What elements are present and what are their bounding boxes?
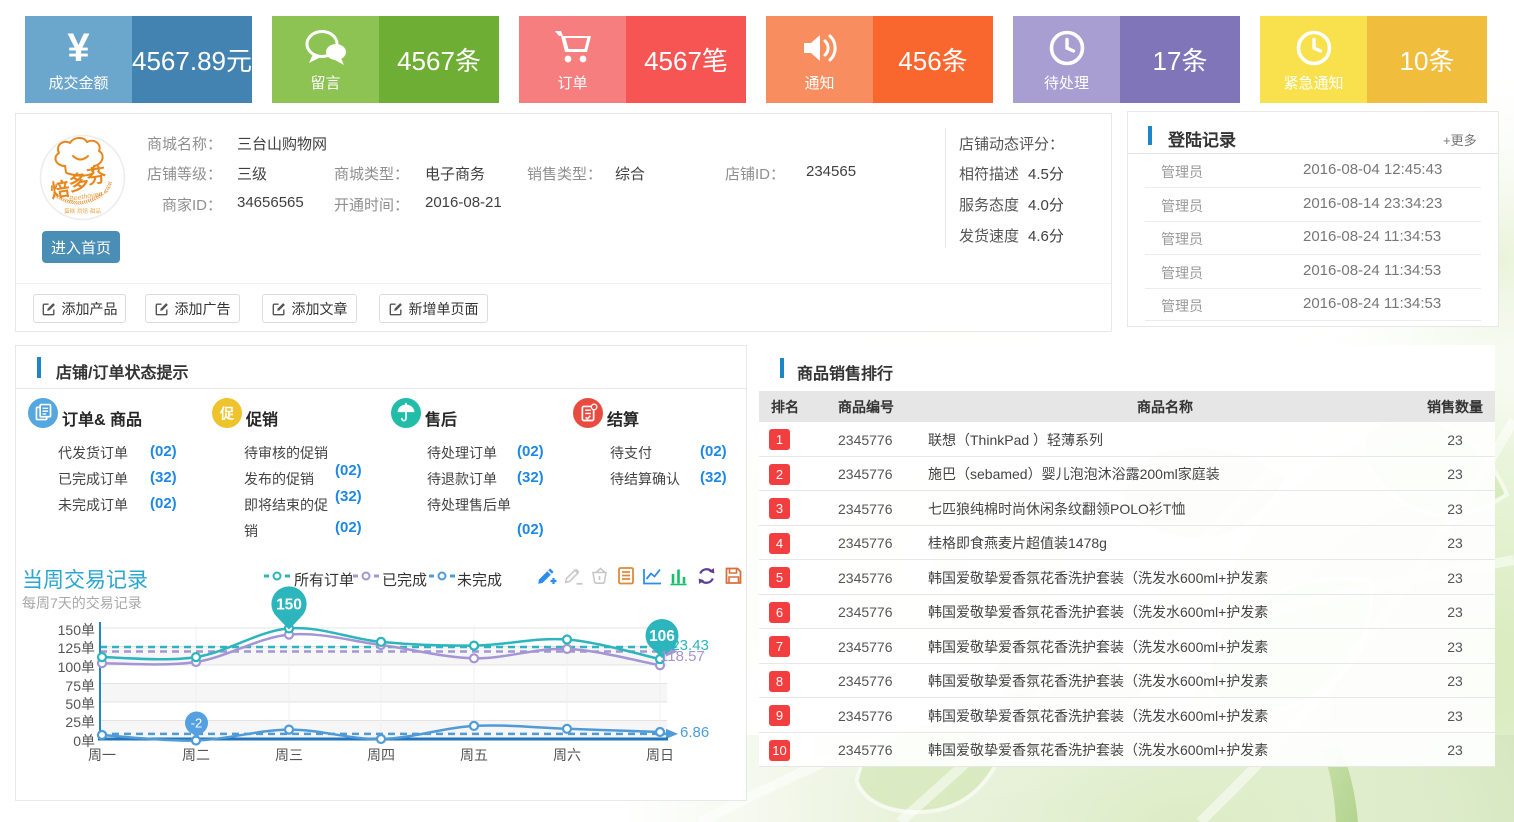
svg-text:-2: -2 (191, 716, 203, 731)
svg-text:6.86: 6.86 (680, 724, 709, 741)
svg-text:118.57: 118.57 (660, 648, 705, 665)
svg-text:150: 150 (276, 597, 302, 614)
